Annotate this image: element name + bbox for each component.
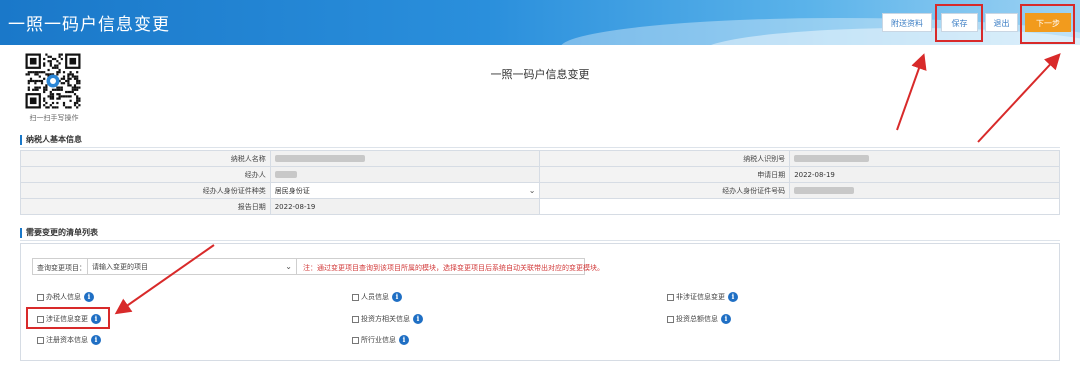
page-title: 一照一码户信息变更	[490, 68, 590, 81]
checkbox-item-industry-info[interactable]: 所行业信息 i	[352, 334, 409, 346]
checkbox-icon[interactable]	[352, 336, 359, 344]
report-date-value: 2022-08-19	[269, 198, 541, 215]
chevron-down-icon: ⌄	[285, 262, 292, 271]
item-label: 所行业信息	[361, 336, 396, 344]
empty-cell	[789, 198, 1060, 215]
agent-value	[269, 166, 541, 183]
agent-id-type-value: 居民身份证	[274, 186, 310, 195]
divider	[20, 147, 1060, 148]
checkbox-item-tax-handler-info[interactable]: 办税人信息 i	[37, 291, 94, 303]
table-row: 报告日期 2022-08-19	[20, 198, 1060, 215]
info-icon[interactable]: i	[413, 314, 423, 324]
exit-button[interactable]: 退出	[985, 13, 1018, 32]
checkbox-icon[interactable]	[667, 315, 674, 323]
info-icon[interactable]: i	[392, 292, 402, 302]
chevron-down-icon: ⌄	[528, 185, 536, 195]
info-icon[interactable]: i	[728, 292, 738, 302]
agent-id-no-label: 经办人身份证件号码	[539, 182, 791, 199]
item-label: 人员信息	[361, 293, 389, 301]
info-icon[interactable]: i	[91, 335, 101, 345]
item-label: 办税人信息	[46, 293, 81, 301]
agent-id-type-label: 经办人身份证件种类	[20, 182, 271, 199]
taxpayer-id-label: 纳税人识别号	[539, 150, 791, 167]
basic-info-table: 纳税人名称 纳税人识别号 经办人 申请日期 2022-08-19 经办人身份证件…	[20, 150, 1060, 215]
change-item-filter: 查询变更项目： 请输入变更的项目 ⌄ 注：通过变更项目查询到该项目所属的模块，选…	[32, 258, 604, 275]
checkbox-item-non-license-change[interactable]: 非涉证信息变更 i	[667, 291, 738, 303]
section-change-list-title: 需要变更的清单列表	[20, 228, 98, 238]
filter-placeholder: 请输入变更的项目	[92, 263, 148, 271]
attachment-button[interactable]: 附送资料	[882, 13, 932, 32]
apply-date-label: 申请日期	[539, 166, 791, 183]
taxpayer-id-value	[789, 150, 1060, 167]
table-row: 经办人 申请日期 2022-08-19	[20, 166, 1060, 183]
info-icon[interactable]: i	[721, 314, 731, 324]
item-label: 投资总额信息	[676, 315, 718, 323]
taxpayer-name-label: 纳税人名称	[20, 150, 271, 167]
info-icon[interactable]: i	[399, 335, 409, 345]
item-label: 注册资本信息	[46, 336, 88, 344]
report-date-label: 报告日期	[20, 198, 271, 215]
filter-label: 查询变更项目：	[37, 264, 86, 272]
highlight-save	[935, 4, 983, 42]
apply-date-value: 2022-08-19	[789, 166, 1060, 183]
highlight-next	[1020, 4, 1075, 44]
checkbox-icon[interactable]	[37, 293, 44, 301]
divider	[20, 240, 1060, 241]
agent-id-no-value	[789, 182, 1060, 199]
checkbox-item-investor-info[interactable]: 投资方相关信息 i	[352, 313, 423, 325]
checkbox-icon[interactable]	[37, 336, 44, 344]
table-row: 经办人身份证件种类 居民身份证 ⌄ 经办人身份证件号码	[20, 182, 1060, 199]
filter-note: 注：通过变更项目查询到该项目所属的模块，选择变更项目后系统自动关联带出对应的变更…	[303, 264, 604, 272]
agent-label: 经办人	[20, 166, 271, 183]
checkbox-icon[interactable]	[352, 293, 359, 301]
table-row: 纳税人名称 纳税人识别号	[20, 150, 1060, 167]
empty-cell	[539, 198, 790, 215]
checkbox-icon[interactable]	[352, 315, 359, 323]
change-item-search-input[interactable]: 请输入变更的项目 ⌄	[87, 259, 297, 274]
section-basic-info-title: 纳税人基本信息	[20, 135, 82, 145]
agent-id-type-select[interactable]: 居民身份证 ⌄	[269, 182, 541, 199]
info-icon[interactable]: i	[84, 292, 94, 302]
checkbox-item-registered-capital[interactable]: 注册资本信息 i	[37, 334, 101, 346]
checkbox-icon[interactable]	[667, 293, 674, 301]
qr-caption: 扫一扫手写操作	[29, 114, 79, 122]
taxpayer-name-value	[269, 150, 541, 167]
checkbox-item-total-investment[interactable]: 投资总额信息 i	[667, 313, 731, 325]
app-title: 一照一码户信息变更	[8, 15, 170, 35]
item-label: 非涉证信息变更	[676, 293, 725, 301]
checkbox-item-personnel-info[interactable]: 人员信息 i	[352, 291, 402, 303]
highlight-license-change	[26, 307, 110, 329]
item-label: 投资方相关信息	[361, 315, 410, 323]
